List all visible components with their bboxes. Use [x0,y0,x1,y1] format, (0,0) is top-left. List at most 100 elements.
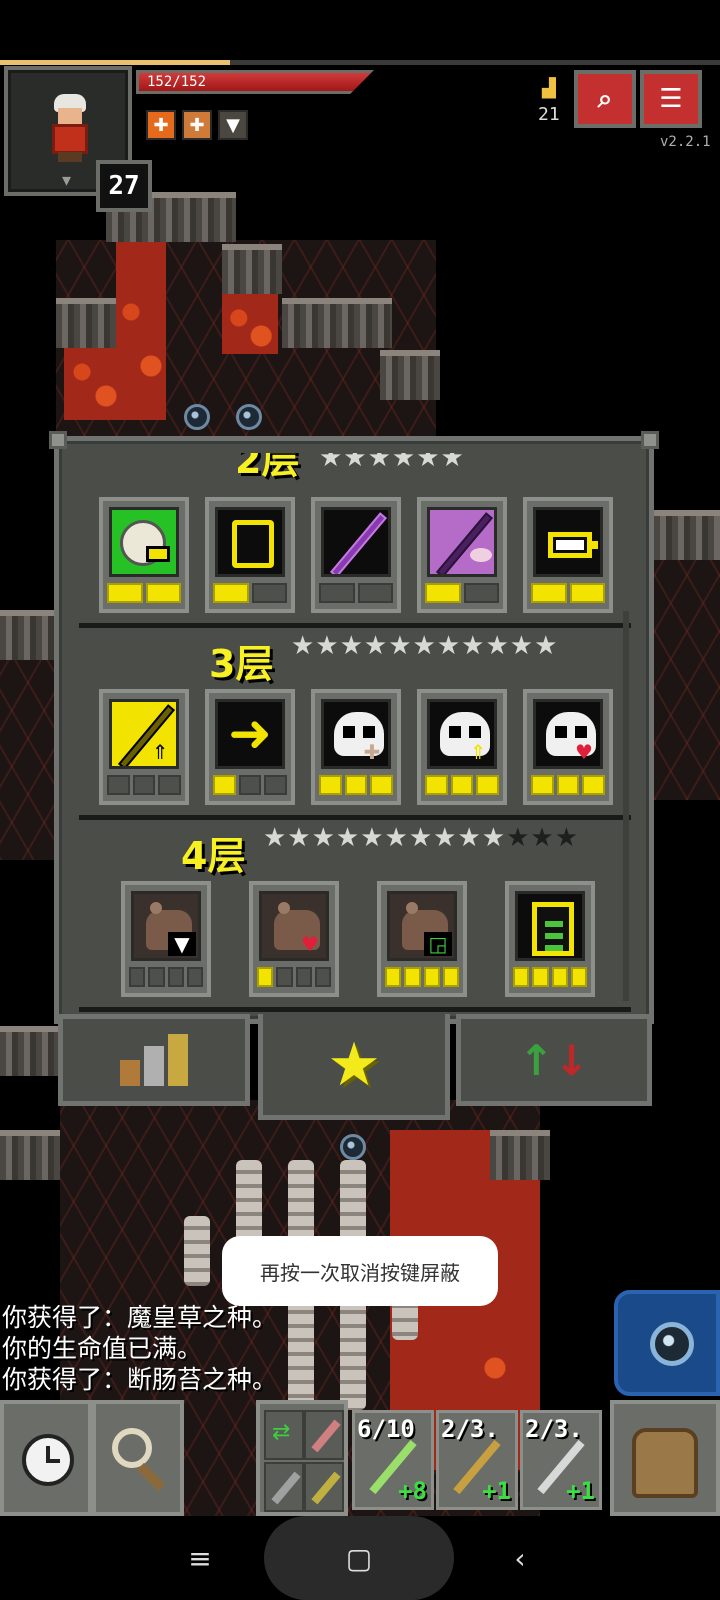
tier-divider [79,623,631,628]
progress-pip-filled [425,583,461,603]
wand-quickslot-icon[interactable] [304,1410,344,1460]
dungeon-wall [0,1130,60,1180]
progress-pip-empty [148,967,165,987]
progress-pip-filled [213,583,249,603]
dew-drop-icon[interactable] [236,404,262,430]
staff-quickslot-icon[interactable] [304,1462,344,1512]
dungeon-wall [282,298,392,348]
badge-rat-heart[interactable]: ♥ [249,881,339,997]
badges-list[interactable]: 2层 ★★★★★★ 3层 ★★★★★★★★★★★ ⇑ ➜ ✚ ⇑ ♥ 4层 ★★… [79,453,631,1015]
badge-skull-upgrade[interactable]: ⇑ [417,689,507,805]
clock-icon [22,1434,74,1486]
wait-button[interactable] [0,1400,92,1516]
tier-divider [79,815,631,820]
progress-pip-empty [132,775,156,795]
progress-pip-empty [186,967,203,987]
clock-badge-icon [109,507,179,577]
back-button[interactable]: ‹ [480,1516,560,1600]
backpack-icon [632,1428,698,1498]
search-handle [136,1462,166,1492]
progress-pip-filled [385,967,402,987]
wand-badge-icon [321,507,391,577]
progress-pip-filled [570,967,587,987]
progress-pip-filled [531,583,567,603]
chevron-down-icon: ▾ [62,170,72,191]
rat-heart-badge-icon: ♥ [259,891,329,961]
resume-button[interactable] [614,1290,720,1396]
swap-quickslot-icon[interactable]: ⇄ [264,1410,304,1460]
tab-badges[interactable]: ★ [258,1014,450,1120]
progress-pip-empty [129,967,146,987]
tier-stars: ★★★★★★ [319,453,465,473]
progress-pip-filled [569,583,605,603]
progress-pip-filled [344,775,368,795]
badge-wand[interactable] [311,497,401,613]
log-line: 你获得了：断肠苔之种。 [2,1365,278,1394]
toast-message: 再按一次取消按键屏蔽 [222,1236,498,1306]
progress-pip-empty [167,967,184,987]
log-line: 你获得了：魔皇草之种。 [2,1303,278,1332]
charge-count: 2/3. [525,1415,583,1443]
progress-pip-empty [295,967,312,987]
badge-wand-upgrade[interactable] [417,497,507,613]
badge-skull-heart[interactable]: ♥ [523,689,613,805]
badge-progress [319,583,393,603]
skull-badge-icon: ✚ [321,699,391,769]
recent-apps-button[interactable]: ≡ [160,1516,240,1600]
quickslot-3[interactable]: 2/3. +1 [520,1410,602,1510]
game-log: 你获得了：魔皇草之种。 你的生命值已满。 你获得了：断肠苔之种。 [2,1302,422,1395]
hunger-icon[interactable]: ✚ [182,110,212,140]
badge-gauge[interactable] [505,881,595,997]
badge-upgraded-wand[interactable]: ⇑ [99,689,189,805]
badge-progress [319,775,394,795]
upgrade-level: +1 [482,1477,511,1505]
scrollbar[interactable] [623,611,629,1001]
progress-pip-filled [556,775,580,795]
armor-icon[interactable]: ▼ [218,110,248,140]
dungeon-floor [0,660,56,860]
badge-scroll[interactable] [205,497,295,613]
badge-clock[interactable] [99,497,189,613]
dungeon-wall [222,244,282,294]
bless-icon[interactable]: ✚ [146,110,176,140]
gauge-badge-icon [515,891,585,961]
quickslot-group[interactable]: ⇄ [256,1400,348,1516]
backpack-button[interactable] [610,1400,720,1516]
journal-button[interactable]: ⌕ [574,70,636,128]
system-nav-bar: ≡ ▢ ‹ [0,1516,720,1600]
charge-count: 2/3. [441,1415,499,1443]
progress-pip-filled [450,775,474,795]
progress-pip-filled [319,775,342,795]
dungeon-wall [490,1130,550,1180]
dungeon-floor [654,560,720,800]
scroll-badge-icon [215,507,285,577]
dungeon-wall [56,298,116,348]
lava-pool [222,294,278,354]
dew-drop-icon[interactable] [340,1134,366,1160]
progress-pip-filled [404,967,421,987]
badge-rat-stairs[interactable]: ◲ [377,881,467,997]
tier-title: 4层 [181,834,246,878]
dagger-quickslot-icon[interactable] [264,1462,304,1512]
window-corner [641,431,659,449]
progress-pip-empty [319,583,355,603]
bone-pillar [184,1216,210,1286]
dew-drop-icon[interactable] [184,404,210,430]
hero-level-badge: 27 [96,160,152,212]
tab-rankings[interactable]: ↑↓ [456,1014,652,1106]
dungeon-wall [0,610,56,660]
quickslot-2[interactable]: 2/3. +1 [436,1410,518,1510]
menu-button[interactable]: ☰ [640,70,702,128]
badge-battery[interactable] [523,497,613,613]
tier-stars: ★★★★★★★★★★★★★ [263,823,580,853]
badge-rat-armor[interactable]: ▼ [121,881,211,997]
tier-title: 2层 [235,453,300,482]
quickslot-1[interactable]: 6/10 +8 [352,1410,434,1510]
tab-stats[interactable] [58,1014,250,1106]
search-button[interactable] [92,1400,184,1516]
progress-pip-filled [423,967,440,987]
progress-pip-empty [357,583,393,603]
badge-arrow[interactable]: ➜ [205,689,295,805]
badge-skull[interactable]: ✚ [311,689,401,805]
home-button[interactable]: ▢ [264,1516,454,1600]
